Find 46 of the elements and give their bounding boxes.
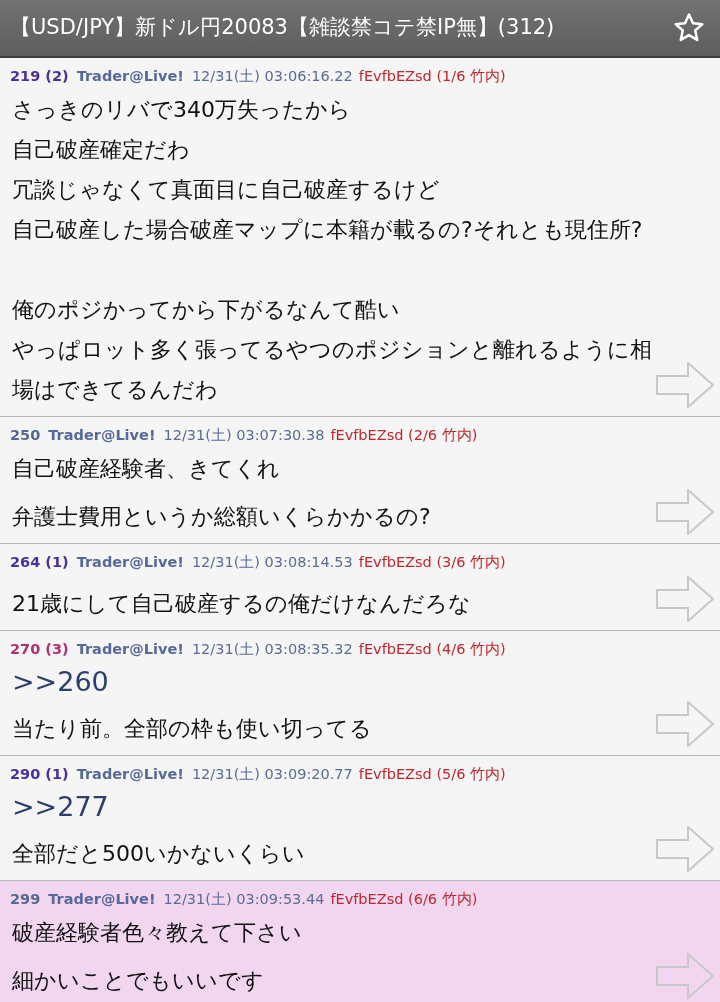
right-arrow-icon[interactable] [656, 826, 714, 872]
right-arrow-icon[interactable] [656, 489, 714, 535]
poster-name: Trader@Live! [76, 765, 184, 785]
post-number: 264 (1) [10, 553, 69, 573]
poster-name: Trader@Live! [76, 67, 184, 87]
reply-anchor-link[interactable]: >>277 [12, 788, 109, 826]
post-number: 250 [10, 426, 41, 446]
post-text-line: 自己破産経験者、きてくれ [12, 455, 281, 483]
poster-id: fEvfbEZsd (1/6 竹内) [358, 67, 506, 87]
poster-name: Trader@Live! [76, 553, 184, 573]
post-date: 12/31(土) 03:09:20.77 [191, 765, 353, 785]
post-date: 12/31(土) 03:08:14.53 [191, 553, 353, 573]
post-number: 299 [10, 890, 41, 910]
poster-id: fEvfbEZsd (3/6 竹内) [358, 553, 506, 573]
post-date: 12/31(土) 03:08:35.32 [191, 640, 353, 660]
post-number: 290 (1) [10, 765, 69, 785]
poster-id: fEvfbEZsd (4/6 竹内) [358, 640, 506, 660]
right-arrow-icon[interactable] [656, 362, 714, 408]
post-date: 12/31(土) 03:07:30.38 [163, 426, 325, 446]
post-text-line: 21歳にして自己破産するの俺だけなんだろな [12, 590, 472, 618]
post-text-line: 破産経験者色々教えて下さい [12, 919, 303, 947]
post-text-line: 当たり前。全部の枠も使い切ってる [12, 715, 373, 743]
right-arrow-icon[interactable] [656, 953, 714, 999]
post-text-line: 冗談じゃなくて真面目に自己破産するけど [12, 176, 441, 204]
post-text-line: 自己破産確定だわ [12, 136, 191, 164]
poster-id: fEvfbEZsd (2/6 竹内) [330, 426, 478, 446]
reply-anchor-link[interactable]: >>260 [12, 663, 109, 701]
poster-name: Trader@Live! [76, 640, 184, 660]
post-text-line: 自己破産した場合破産マップに本籍が載るの?それとも現住所? [12, 216, 644, 244]
right-arrow-icon[interactable] [656, 701, 714, 747]
poster-id: fEvfbEZsd (5/6 竹内) [358, 765, 506, 785]
poster-id: fEvfbEZsd (6/6 竹内) [330, 890, 478, 910]
post-date: 12/31(土) 03:06:16.22 [191, 67, 353, 87]
post-text-line: さっきのリバで340万失ったから [12, 96, 352, 124]
right-arrow-icon[interactable] [656, 576, 714, 622]
post-text-line: 全部だと500いかないくらい [12, 840, 306, 868]
post-text-line: やっぱロット多く張ってるやつのポジションと離れるように相場はできてるんだわ [12, 336, 652, 404]
post-date: 12/31(土) 03:09:53.44 [163, 890, 325, 910]
post-text-line: 細かいことでもいいです [12, 967, 265, 995]
poster-name: Trader@Live! [48, 426, 156, 446]
post-text-line: 弁護士費用というか総額いくらかかるの? [12, 503, 432, 531]
post-text-line: 俺のポジかってから下がるなんて酷い [12, 296, 401, 324]
post-number: 270 (3) [10, 640, 69, 660]
thread-title: 【USD/JPY】新ドル円20083【雑談禁コテ禁IP無】(312) [10, 14, 555, 42]
poster-name: Trader@Live! [48, 890, 156, 910]
post-number: 219 (2) [10, 67, 69, 87]
